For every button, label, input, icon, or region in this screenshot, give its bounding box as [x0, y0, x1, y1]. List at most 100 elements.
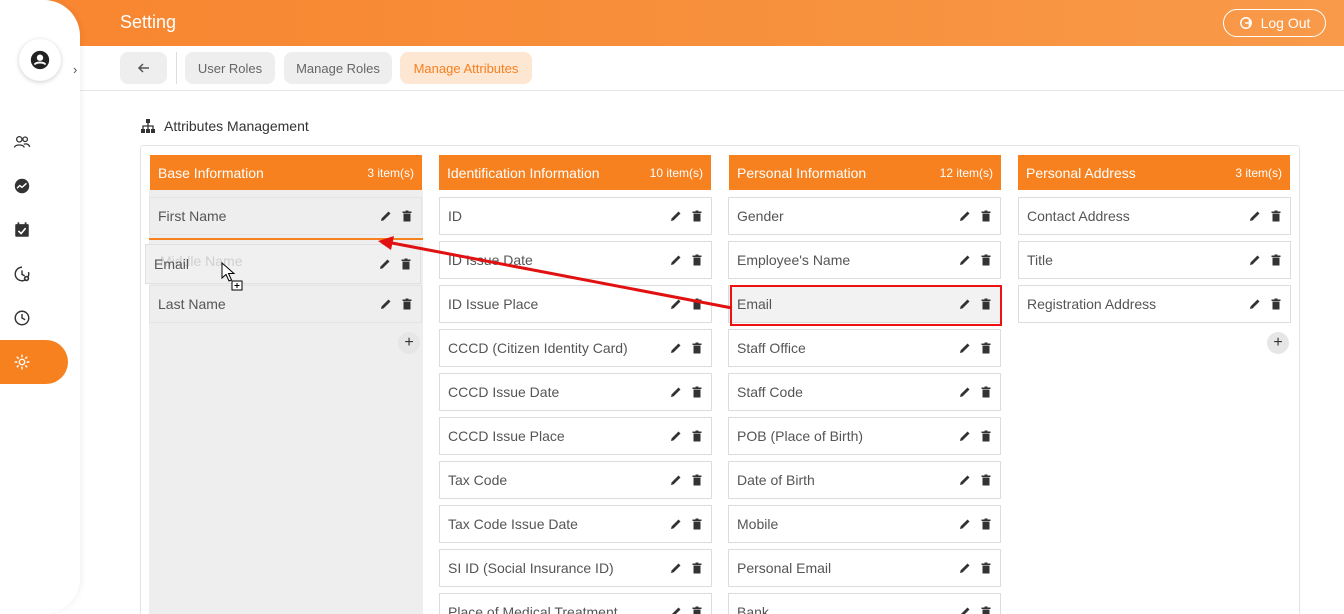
trash-icon[interactable]: [1270, 298, 1282, 310]
edit-icon[interactable]: [670, 210, 682, 222]
trash-icon[interactable]: [980, 210, 992, 222]
trash-icon[interactable]: [691, 474, 703, 486]
edit-icon[interactable]: [379, 258, 391, 270]
edit-icon[interactable]: [1249, 298, 1261, 310]
edit-icon[interactable]: [670, 562, 682, 574]
trash-icon[interactable]: [980, 254, 992, 266]
edit-icon[interactable]: [959, 386, 971, 398]
attribute-card[interactable]: Registration Address: [1018, 285, 1291, 323]
trash-icon[interactable]: [980, 606, 992, 614]
trash-icon[interactable]: [691, 254, 703, 266]
edit-icon[interactable]: [670, 474, 682, 486]
trash-icon[interactable]: [980, 386, 992, 398]
edit-icon[interactable]: [959, 210, 971, 222]
trash-icon[interactable]: [980, 342, 992, 354]
edit-icon[interactable]: [959, 342, 971, 354]
attribute-card[interactable]: Staff Office: [728, 329, 1001, 367]
trash-icon[interactable]: [980, 298, 992, 310]
attribute-card[interactable]: Place of Medical Treatment: [439, 593, 712, 614]
edit-icon[interactable]: [959, 562, 971, 574]
edit-icon[interactable]: [670, 606, 682, 614]
trash-icon[interactable]: [980, 562, 992, 574]
column-header-base-information: Base Information 3 item(s): [150, 155, 422, 190]
add-attribute-button[interactable]: +: [1267, 332, 1289, 354]
logout-button[interactable]: Log Out: [1223, 9, 1326, 37]
attribute-label: Tax Code: [448, 472, 508, 488]
trash-icon[interactable]: [691, 210, 703, 222]
edit-icon[interactable]: [670, 342, 682, 354]
attribute-card[interactable]: Email: [728, 285, 1001, 323]
trash-icon[interactable]: [691, 606, 703, 614]
edit-icon[interactable]: [1249, 210, 1261, 222]
attribute-card[interactable]: Contact Address: [1018, 197, 1291, 235]
attribute-card[interactable]: Mobile: [728, 505, 1001, 543]
sidebar-item-settings[interactable]: [0, 340, 68, 384]
drop-indicator: [149, 238, 423, 240]
edit-icon[interactable]: [959, 518, 971, 530]
trash-icon[interactable]: [691, 298, 703, 310]
page-title: Setting: [120, 12, 177, 32]
attribute-card[interactable]: Bank: [728, 593, 1001, 614]
attribute-card[interactable]: Last Name: [149, 285, 422, 323]
sidebar-item-dashboard[interactable]: [10, 174, 34, 198]
tab-manage-attributes[interactable]: Manage Attributes: [400, 52, 532, 84]
attribute-card[interactable]: ID: [439, 197, 712, 235]
attribute-card[interactable]: First Name: [149, 197, 422, 235]
trash-icon[interactable]: [980, 430, 992, 442]
add-attribute-button[interactable]: +: [398, 332, 420, 354]
attribute-card[interactable]: Staff Code: [728, 373, 1001, 411]
attribute-card[interactable]: ID Issue Place: [439, 285, 712, 323]
edit-icon[interactable]: [959, 474, 971, 486]
back-button[interactable]: [120, 52, 167, 84]
attribute-card[interactable]: Employee's Name: [728, 241, 1001, 279]
attribute-label: POB (Place of Birth): [737, 428, 864, 444]
tab-user-roles[interactable]: User Roles: [185, 52, 275, 84]
trash-icon[interactable]: [691, 342, 703, 354]
trash-icon[interactable]: [691, 562, 703, 574]
trash-icon[interactable]: [691, 430, 703, 442]
trash-icon[interactable]: [691, 386, 703, 398]
trash-icon[interactable]: [1270, 254, 1282, 266]
edit-icon[interactable]: [670, 430, 682, 442]
trash-icon[interactable]: [401, 210, 413, 222]
attribute-card[interactable]: Gender: [728, 197, 1001, 235]
attribute-card[interactable]: CCCD Issue Place: [439, 417, 712, 455]
sidebar-item-users[interactable]: [10, 130, 34, 154]
trash-icon[interactable]: [980, 518, 992, 530]
trash-icon[interactable]: [401, 298, 413, 310]
attribute-card[interactable]: Tax Code: [439, 461, 712, 499]
trash-icon[interactable]: [400, 258, 412, 270]
edit-icon[interactable]: [670, 254, 682, 266]
edit-icon[interactable]: [670, 518, 682, 530]
dragging-attribute-card[interactable]: Middle Name Email: [145, 244, 421, 284]
attribute-card[interactable]: CCCD Issue Date: [439, 373, 712, 411]
sidebar-item-calendar[interactable]: [10, 218, 34, 242]
sidebar-item-clock[interactable]: [10, 306, 34, 330]
edit-icon[interactable]: [670, 298, 682, 310]
attribute-card[interactable]: Tax Code Issue Date: [439, 505, 712, 543]
sidebar-item-history-settings[interactable]: [10, 262, 34, 286]
edit-icon[interactable]: [380, 210, 392, 222]
edit-icon[interactable]: [959, 606, 971, 614]
attribute-card[interactable]: Date of Birth: [728, 461, 1001, 499]
attribute-card[interactable]: SI ID (Social Insurance ID): [439, 549, 712, 587]
expand-sidebar-button[interactable]: ›: [73, 62, 77, 77]
trash-icon[interactable]: [980, 474, 992, 486]
attribute-label: Email: [737, 296, 773, 312]
attribute-card[interactable]: Personal Email: [728, 549, 1001, 587]
column-header-personal-information: Personal Information 12 item(s): [729, 155, 1001, 190]
edit-icon[interactable]: [959, 430, 971, 442]
trash-icon[interactable]: [1270, 210, 1282, 222]
attribute-card[interactable]: POB (Place of Birth): [728, 417, 1001, 455]
edit-icon[interactable]: [1249, 254, 1261, 266]
attribute-card[interactable]: CCCD (Citizen Identity Card): [439, 329, 712, 367]
trash-icon[interactable]: [691, 518, 703, 530]
attribute-card[interactable]: Title: [1018, 241, 1291, 279]
attribute-card[interactable]: ID Issue Date: [439, 241, 712, 279]
avatar[interactable]: [19, 39, 61, 81]
edit-icon[interactable]: [959, 298, 971, 310]
tab-manage-roles[interactable]: Manage Roles: [284, 52, 392, 84]
edit-icon[interactable]: [670, 386, 682, 398]
edit-icon[interactable]: [959, 254, 971, 266]
edit-icon[interactable]: [380, 298, 392, 310]
